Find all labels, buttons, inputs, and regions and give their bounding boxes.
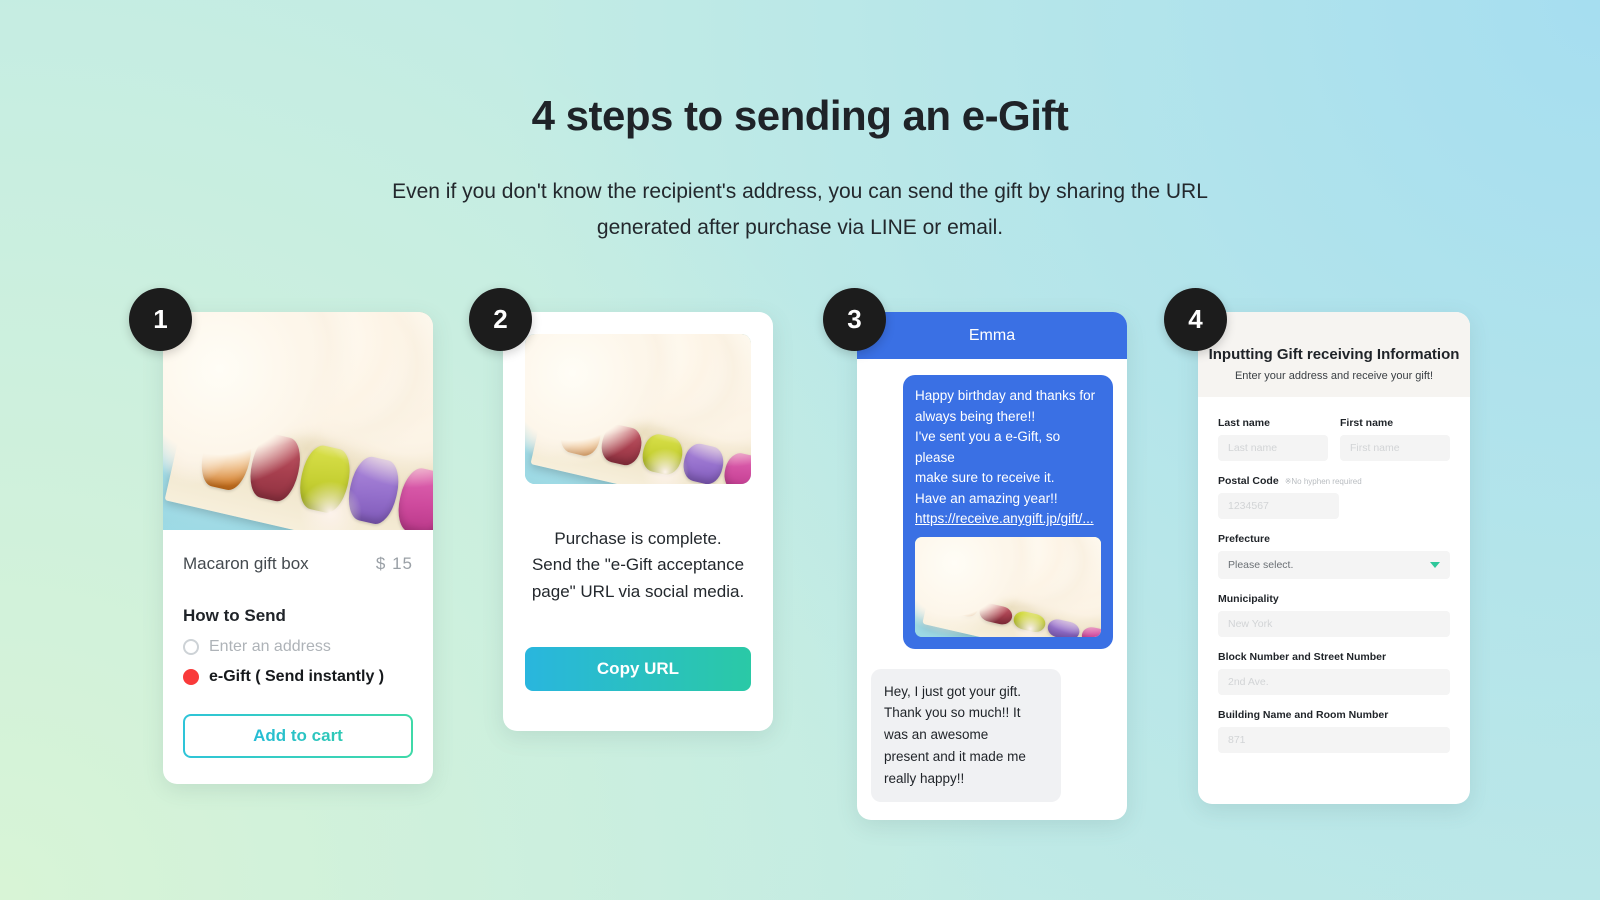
step-card-4: Inputting Gift receiving Information Ent… <box>1164 288 1470 804</box>
outgoing-line-2: always being there!! <box>915 408 1036 424</box>
incoming-line-2: Thank you so much!! It <box>884 705 1021 721</box>
product-row: Macaron gift box $ 15 <box>183 554 413 574</box>
chat-card: Emma Happy birthday and thanks for alway… <box>857 312 1127 820</box>
chat-bubble-outgoing: Happy birthday and thanks for always bei… <box>903 375 1113 649</box>
label-first-name: First name <box>1340 417 1394 429</box>
label-municipality: Municipality <box>1218 593 1279 605</box>
label-building-room: Building Name and Room Number <box>1218 709 1389 721</box>
radio-option-egift[interactable]: e-Gift ( Send instantly ) <box>183 668 413 686</box>
message-line-3: page" URL via social media. <box>531 581 745 601</box>
page-subtitle: Even if you don't know the recipient's a… <box>0 174 1600 245</box>
purchase-complete-card: Purchase is complete. Send the "e-Gift a… <box>503 312 773 732</box>
macaron-photo <box>163 312 433 530</box>
add-to-cart-label: Add to cart <box>253 726 343 745</box>
field-group-last-name: Last name Last name <box>1218 417 1328 461</box>
field-group-postal-code: Postal Code ※No hyphen required 1234567 <box>1218 475 1450 519</box>
page-subtitle-line-1: Even if you don't know the recipient's a… <box>392 180 1208 203</box>
step-card-2: Purchase is complete. Send the "e-Gift a… <box>469 288 773 732</box>
purchase-complete-message: Purchase is complete. Send the "e-Gift a… <box>525 526 751 605</box>
note-postal-code: ※No hyphen required <box>1284 477 1362 486</box>
field-group-building-room: Building Name and Room Number 871 <box>1218 709 1450 753</box>
outgoing-line-4: make sure to receive it. <box>915 470 1055 486</box>
select-prefecture-value: Please select. <box>1228 559 1294 571</box>
copy-url-label: Copy URL <box>596 659 680 679</box>
outgoing-line-5: Have an amazing year!! <box>915 490 1058 506</box>
page-subtitle-line-2: generated after purchase via LINE or ema… <box>596 215 1004 239</box>
step-badge-1: 1 <box>129 288 192 351</box>
chat-contact-name: Emma <box>968 327 1016 344</box>
add-to-cart-button[interactable]: Add to cart <box>183 714 413 758</box>
form-header: Inputting Gift receiving Information Ent… <box>1198 312 1470 397</box>
radio-icon-selected[interactable] <box>183 669 199 685</box>
product-price: $ 15 <box>375 554 413 573</box>
field-group-block-street: Block Number and Street Number 2nd Ave. <box>1218 651 1450 695</box>
form-title: Inputting Gift receiving Information <box>1208 346 1460 363</box>
input-first-name[interactable]: First name <box>1340 435 1450 461</box>
label-last-name: Last name <box>1218 417 1270 429</box>
field-group-municipality: Municipality New York <box>1218 593 1450 637</box>
chat-header: Emma <box>857 312 1127 359</box>
label-block-street: Block Number and Street Number <box>1218 651 1387 663</box>
input-municipality[interactable]: New York <box>1218 611 1450 637</box>
step-badge-3: 3 <box>823 288 886 351</box>
step-badge-2: 2 <box>469 288 532 351</box>
message-line-1: Purchase is complete. <box>554 529 722 548</box>
field-group-first-name: First name First name <box>1340 417 1450 461</box>
chat-message-list: Happy birthday and thanks for always bei… <box>857 359 1127 820</box>
radio-icon-unselected[interactable] <box>183 639 199 655</box>
product-details: Macaron gift box $ 15 How to Send Enter … <box>163 530 433 784</box>
radio-label-egift: e-Gift ( Send instantly ) <box>209 668 385 685</box>
step-card-1: Macaron gift box $ 15 How to Send Enter … <box>129 288 433 784</box>
copy-url-button[interactable]: Copy URL <box>525 647 751 692</box>
name-fields-row: Last name Last name First name First nam… <box>1218 417 1450 475</box>
select-prefecture[interactable]: Please select. <box>1218 551 1450 579</box>
macaron-photo <box>915 536 1101 637</box>
incoming-line-1: Hey, I just got your gift. <box>884 683 1022 699</box>
incoming-line-5: really happy!! <box>884 771 965 787</box>
field-group-prefecture: Prefecture Please select. <box>1218 533 1450 579</box>
form-body: Last name Last name First name First nam… <box>1198 397 1470 753</box>
chat-bubble-incoming: Hey, I just got your gift. Thank you so … <box>871 668 1061 802</box>
chevron-down-icon <box>1430 562 1440 568</box>
label-postal-code-text: Postal Code <box>1218 475 1279 487</box>
gift-form-card: Inputting Gift receiving Information Ent… <box>1198 312 1470 804</box>
step-badge-4: 4 <box>1164 288 1227 351</box>
outgoing-line-3: I've sent you a e-Gift, so please <box>915 429 1061 465</box>
how-to-send-label: How to Send <box>183 606 286 625</box>
incoming-line-4: present and it made me <box>884 749 1026 765</box>
product-name: Macaron gift box <box>183 554 309 573</box>
gift-url-link[interactable]: https://receive.anygift.jp/gift/... <box>915 509 1101 530</box>
message-line-2: Send the "e-Gift acceptance <box>531 555 745 575</box>
outgoing-line-1: Happy birthday and thanks for <box>915 388 1096 403</box>
input-postal-code[interactable]: 1234567 <box>1218 493 1339 519</box>
input-last-name[interactable]: Last name <box>1218 435 1328 461</box>
page-title: 4 steps to sending an e-Gift <box>531 92 1069 139</box>
form-subtitle: Enter your address and receive your gift… <box>1234 370 1434 382</box>
page-header: 4 steps to sending an e-Gift Even if you… <box>0 0 1600 245</box>
input-building-room[interactable]: 871 <box>1218 727 1450 753</box>
step-card-3: Emma Happy birthday and thanks for alway… <box>823 288 1127 820</box>
macaron-photo <box>525 334 751 484</box>
label-postal-code: Postal Code ※No hyphen required <box>1218 475 1450 487</box>
steps-container: Macaron gift box $ 15 How to Send Enter … <box>0 288 1600 820</box>
label-prefecture: Prefecture <box>1218 533 1270 545</box>
radio-option-enter-address[interactable]: Enter an address <box>183 638 413 656</box>
product-card: Macaron gift box $ 15 How to Send Enter … <box>163 312 433 784</box>
input-block-street[interactable]: 2nd Ave. <box>1218 669 1450 695</box>
radio-label-enter-address: Enter an address <box>209 638 331 655</box>
incoming-line-3: was an awesome <box>884 727 989 743</box>
